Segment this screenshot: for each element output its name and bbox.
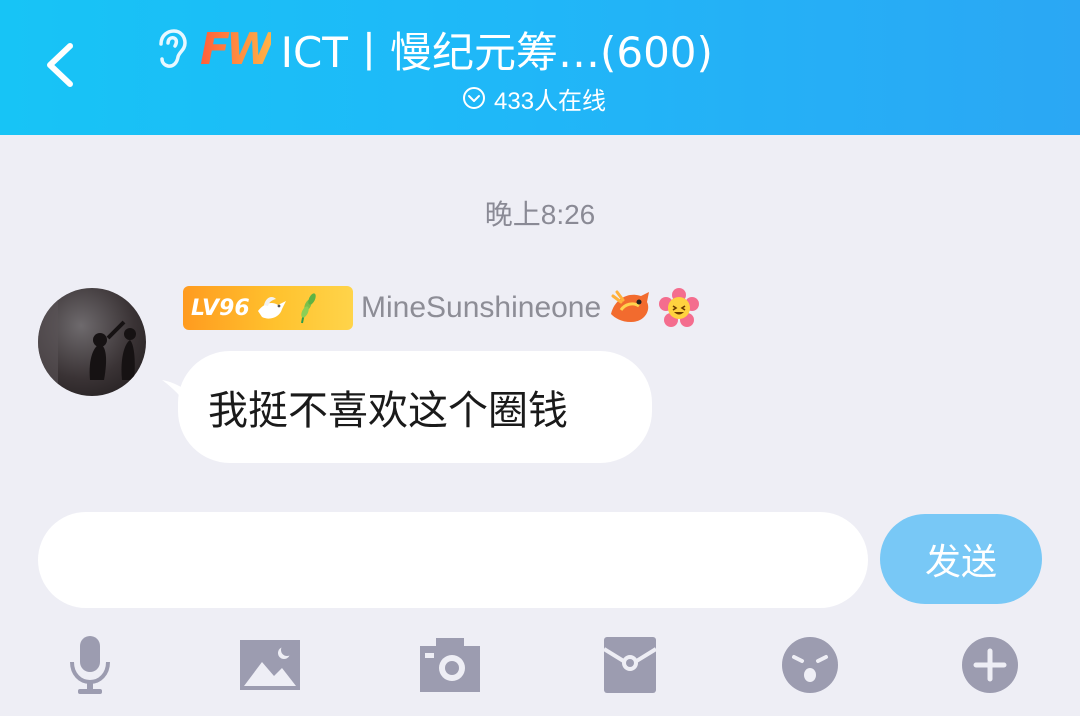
message-list[interactable]: 晚上8:26 LV96 MineSunshineone 我挺不喜欢这个圈钱 [0, 135, 1080, 490]
message-timestamp: 晚上8:26 [484, 199, 596, 230]
image-icon [240, 640, 300, 690]
avatar[interactable] [38, 288, 146, 396]
chevron-circle-icon [463, 87, 485, 109]
wheat-icon [300, 293, 316, 324]
ear-icon[interactable] [150, 26, 190, 72]
image-button[interactable] [235, 630, 305, 700]
back-button[interactable] [30, 35, 90, 95]
emoji-icon [782, 637, 838, 693]
online-status[interactable]: 433人在线 [462, 80, 606, 116]
sender-name[interactable]: MineSunshineone [361, 291, 601, 325]
chat-header: FW ICT丨慢纪元筹…(600) 433人在线 [0, 0, 1080, 135]
level-text: LV96 [191, 295, 250, 321]
camera-icon [420, 638, 480, 692]
online-count: 433人在线 [494, 87, 607, 115]
dove-icon [257, 297, 286, 319]
composer-toolbar [0, 630, 1080, 700]
more-button[interactable] [955, 630, 1025, 700]
composer: 发送 [0, 490, 1080, 716]
message-bubble[interactable]: 我挺不喜欢这个圈钱 [178, 351, 652, 463]
sender-row: LV96 MineSunshineone [183, 286, 700, 330]
level-badge[interactable]: LV96 [183, 286, 353, 330]
microphone-icon [70, 636, 110, 694]
red-packet-icon [602, 637, 658, 693]
camera-button[interactable] [415, 630, 485, 700]
group-badge: FW [200, 23, 275, 75]
red-packet-button[interactable] [595, 630, 665, 700]
plus-icon [962, 637, 1018, 693]
microphone-button[interactable] [55, 630, 125, 700]
dragon-icon [611, 290, 650, 322]
emoji-button[interactable] [775, 630, 845, 700]
flower-smile-icon [659, 288, 700, 327]
title-row[interactable]: FW ICT丨慢纪元筹…(600) [150, 18, 713, 80]
chevron-left-icon [47, 43, 73, 87]
message-input[interactable] [38, 512, 868, 608]
group-title: ICT丨慢纪元筹…(600) [280, 27, 713, 77]
send-button[interactable]: 发送 [880, 514, 1042, 604]
